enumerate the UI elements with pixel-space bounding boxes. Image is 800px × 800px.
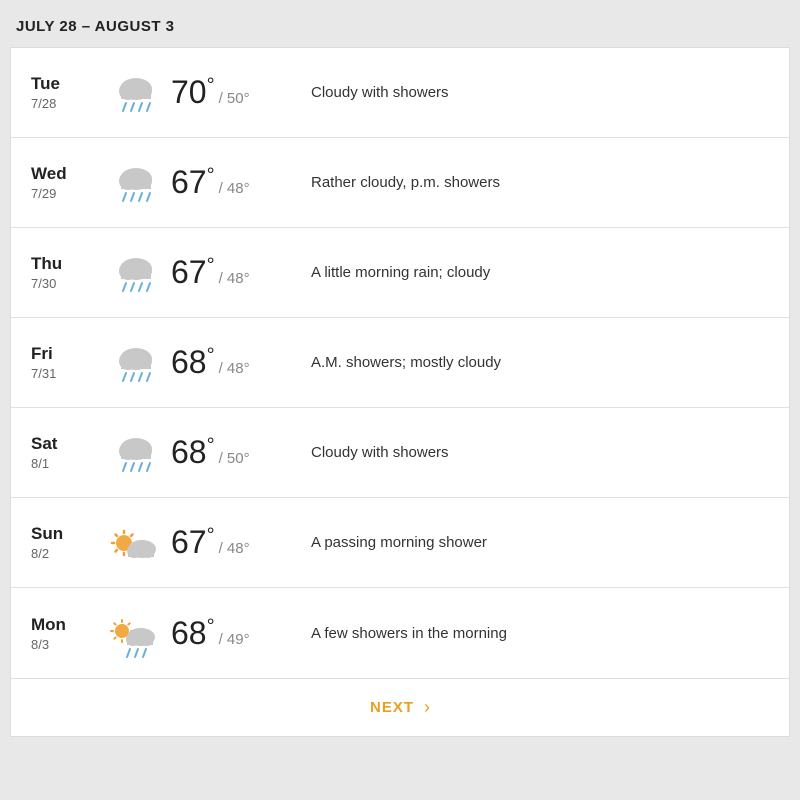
weather-icon-col	[101, 429, 171, 477]
day-name: Thu	[31, 254, 101, 274]
temp-low: / 50°	[219, 450, 250, 467]
forecast-row: Tue 7/28 70° / 50° Cloudy with showers	[11, 48, 789, 138]
temp-low: / 48°	[219, 360, 250, 377]
forecast-row: Thu 7/30 67° / 48° A little morning rain…	[11, 228, 789, 318]
weather-description: A little morning rain; cloudy	[291, 264, 769, 281]
day-name: Fri	[31, 344, 101, 364]
day-col: Tue 7/28	[31, 74, 101, 111]
day-name: Sat	[31, 434, 101, 454]
weather-description: A.M. showers; mostly cloudy	[291, 354, 769, 371]
day-col: Mon 8/3	[31, 615, 101, 652]
next-arrow-icon: ›	[424, 697, 430, 718]
forecast-row: Fri 7/31 68° / 48° A.M. showers; mostly …	[11, 318, 789, 408]
day-date: 8/3	[31, 637, 101, 652]
day-date: 7/30	[31, 276, 101, 291]
temperature-col: 67° / 48°	[171, 164, 291, 201]
weather-icon-col	[101, 609, 171, 657]
weather-icon-col	[101, 339, 171, 387]
degree-symbol: °	[207, 74, 215, 96]
degree-symbol: °	[207, 164, 215, 186]
day-col: Sat 8/1	[31, 434, 101, 471]
next-bar[interactable]: NEXT ›	[10, 679, 790, 737]
temp-low: / 48°	[219, 540, 250, 557]
weather-icon	[108, 69, 164, 117]
temperature-col: 68° / 49°	[171, 615, 291, 652]
degree-symbol: °	[207, 254, 215, 276]
date-range-title: JULY 28 – AUGUST 3	[16, 18, 175, 35]
degree-symbol: °	[207, 434, 215, 456]
day-col: Wed 7/29	[31, 164, 101, 201]
day-date: 7/28	[31, 96, 101, 111]
day-date: 7/29	[31, 186, 101, 201]
degree-symbol: °	[207, 615, 215, 637]
temperature-col: 67° / 48°	[171, 254, 291, 291]
temp-low: / 48°	[219, 270, 250, 287]
forecast-row: Wed 7/29 67° / 48° Rather cloudy, p.m. s…	[11, 138, 789, 228]
forecast-container: Tue 7/28 70° / 50° Cloudy with showers W…	[10, 47, 790, 679]
weather-icon	[108, 249, 164, 297]
temp-low: / 50°	[219, 90, 250, 107]
temp-low: / 49°	[219, 631, 250, 648]
weather-icon-col	[101, 159, 171, 207]
weather-description: A few showers in the morning	[291, 625, 769, 642]
weather-icon-col	[101, 519, 171, 567]
temperature-col: 68° / 50°	[171, 434, 291, 471]
temperature-col: 68° / 48°	[171, 344, 291, 381]
degree-symbol: °	[207, 524, 215, 546]
next-label: NEXT	[370, 699, 414, 716]
day-col: Sun 8/2	[31, 524, 101, 561]
temperature-col: 70° / 50°	[171, 74, 291, 111]
temp-high: 68°	[171, 434, 215, 471]
weather-icon-col	[101, 69, 171, 117]
day-name: Tue	[31, 74, 101, 94]
day-name: Wed	[31, 164, 101, 184]
weather-icon-col	[101, 249, 171, 297]
temp-low: / 48°	[219, 180, 250, 197]
weather-description: A passing morning shower	[291, 534, 769, 551]
day-name: Sun	[31, 524, 101, 544]
day-date: 7/31	[31, 366, 101, 381]
weather-description: Rather cloudy, p.m. showers	[291, 174, 769, 191]
day-date: 8/1	[31, 456, 101, 471]
forecast-row: Mon 8/3 68° / 49° A	[11, 588, 789, 678]
weather-icon	[108, 339, 164, 387]
temp-high: 67°	[171, 254, 215, 291]
weather-icon	[108, 609, 164, 657]
forecast-row: Sun 8/2 67° / 48° A passing morning show	[11, 498, 789, 588]
forecast-row: Sat 8/1 68° / 50° Cloudy with showers	[11, 408, 789, 498]
weather-description: Cloudy with showers	[291, 444, 769, 461]
day-col: Thu 7/30	[31, 254, 101, 291]
temp-high: 67°	[171, 164, 215, 201]
temp-high: 68°	[171, 615, 215, 652]
weather-icon	[108, 519, 164, 567]
temperature-col: 67° / 48°	[171, 524, 291, 561]
day-date: 8/2	[31, 546, 101, 561]
day-col: Fri 7/31	[31, 344, 101, 381]
temp-high: 70°	[171, 74, 215, 111]
day-name: Mon	[31, 615, 101, 635]
weather-icon	[108, 159, 164, 207]
temp-high: 67°	[171, 524, 215, 561]
weather-icon	[108, 429, 164, 477]
weather-description: Cloudy with showers	[291, 84, 769, 101]
degree-symbol: °	[207, 344, 215, 366]
temp-high: 68°	[171, 344, 215, 381]
page-header: JULY 28 – AUGUST 3	[0, 0, 800, 47]
